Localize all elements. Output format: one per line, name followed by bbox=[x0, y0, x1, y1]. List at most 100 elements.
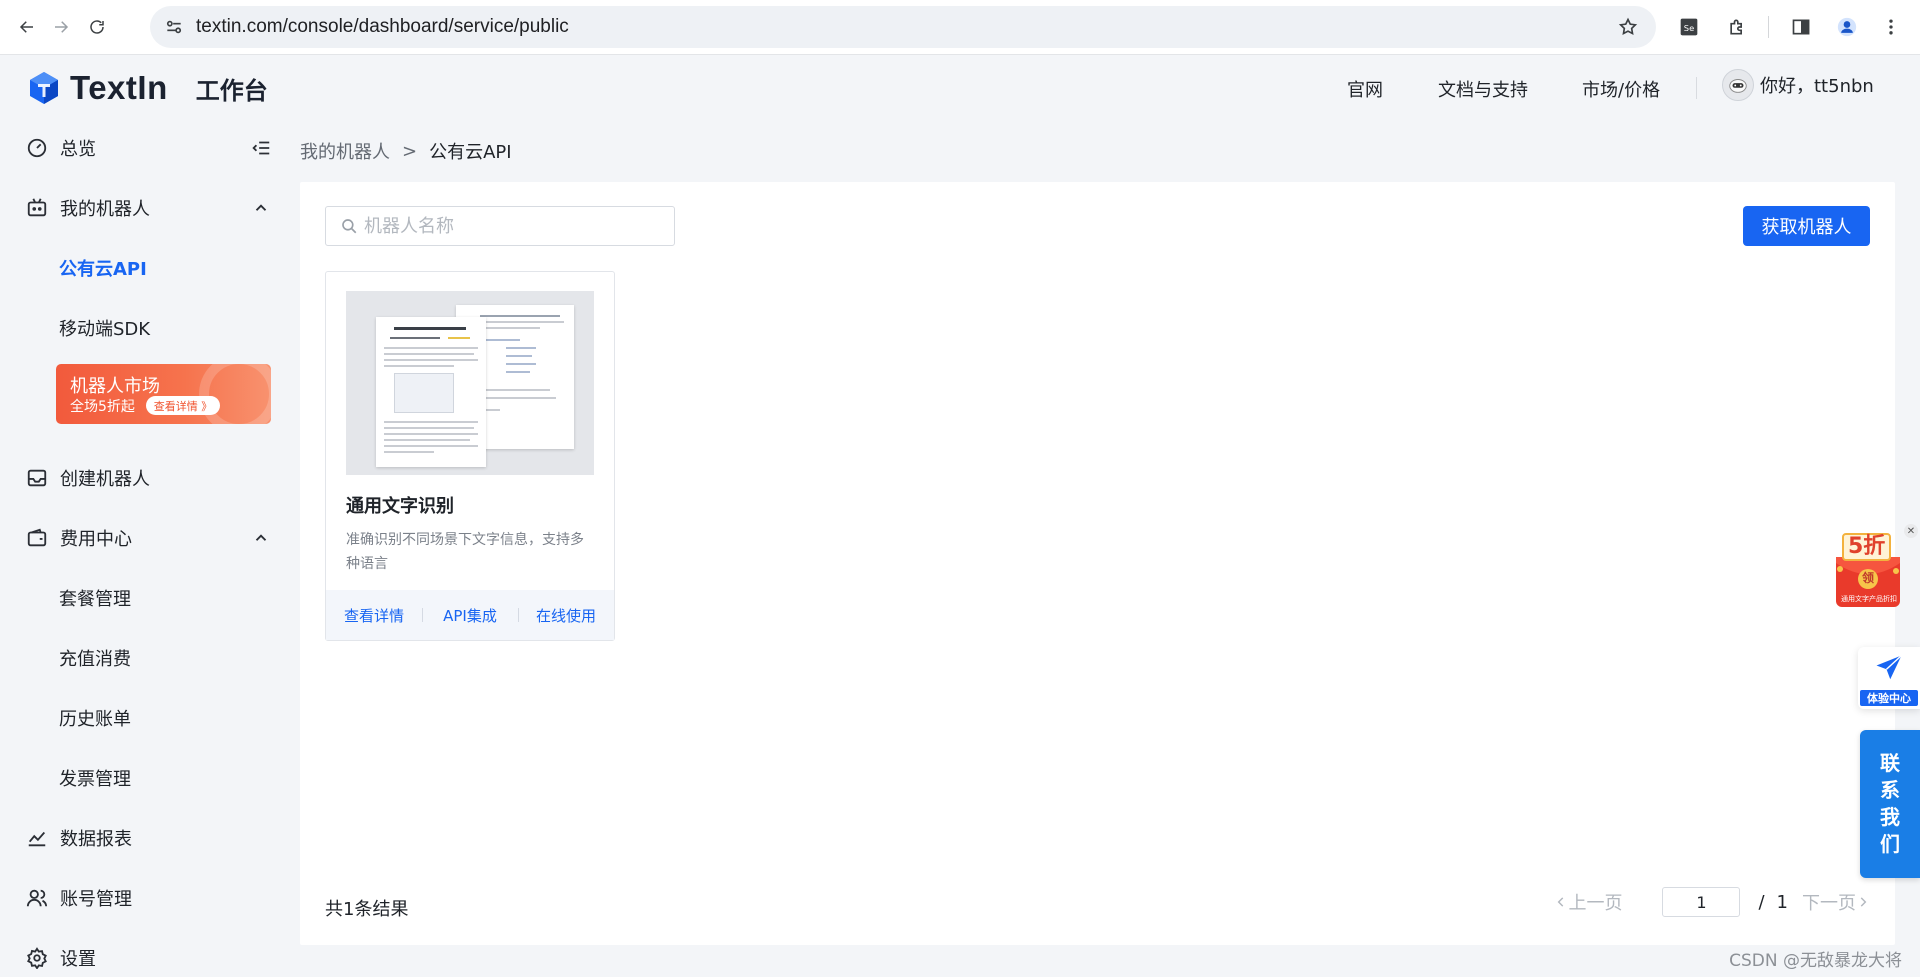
sidebar-item-my-robots[interactable]: 我的机器人 bbox=[26, 188, 150, 228]
reload-icon bbox=[90, 20, 104, 34]
nav-market-price[interactable]: 市场/价格 bbox=[1582, 76, 1660, 102]
profile-button[interactable] bbox=[1832, 12, 1862, 42]
close-float-button[interactable]: ✕ bbox=[1904, 524, 1918, 538]
discount-sub: 领 bbox=[1862, 571, 1875, 585]
profile-icon bbox=[1837, 17, 1857, 37]
total-pages: 1 bbox=[1776, 891, 1788, 913]
main-panel: 获取机器人 bbox=[300, 182, 1895, 945]
app-header: TextIn 工作台 官网 文档与支持 市场/价格 你好，tt5nbn bbox=[0, 55, 1920, 119]
back-button[interactable] bbox=[10, 10, 44, 44]
sidebar-item-data-report[interactable]: 数据报表 bbox=[26, 818, 132, 858]
discount-text: 5折 bbox=[1842, 533, 1892, 561]
sidebar: 总览 我的机器人 公有云API 移动端SDK 机器人市场 全场5折起 查看详情 … bbox=[0, 119, 300, 977]
workbench-title: 工作台 bbox=[195, 76, 268, 105]
breadcrumb-separator: > bbox=[402, 140, 418, 162]
chevron-left-icon bbox=[1558, 897, 1564, 907]
side-panel-icon bbox=[1792, 19, 1810, 35]
contact-us-button[interactable]: 联 系 我 们 bbox=[1860, 730, 1920, 878]
next-page-button[interactable]: 下一页 bbox=[1802, 889, 1870, 915]
promo-view-details-button[interactable]: 查看详情 》 bbox=[146, 396, 220, 415]
users-icon bbox=[26, 889, 48, 907]
promo-decoration bbox=[199, 364, 271, 424]
search-icon bbox=[342, 219, 357, 234]
selenium-icon: Se bbox=[1680, 18, 1698, 36]
reload-button[interactable] bbox=[80, 10, 114, 44]
user-menu[interactable]: 你好，tt5nbn bbox=[1722, 69, 1874, 101]
api-integration-link[interactable]: API集成 bbox=[422, 605, 518, 626]
sidebar-item-label: 账号管理 bbox=[60, 889, 132, 910]
forward-button[interactable] bbox=[44, 10, 78, 44]
document-preview-front bbox=[376, 317, 486, 467]
breadcrumb-my-robots[interactable]: 我的机器人 bbox=[300, 138, 390, 164]
document-figure bbox=[394, 373, 454, 413]
address-bar[interactable]: textin.com/console/dashboard/service/pub… bbox=[150, 6, 1656, 48]
chevron-up-icon[interactable] bbox=[252, 529, 270, 547]
contact-char: 系 bbox=[1880, 778, 1900, 802]
prev-page-button[interactable]: 上一页 bbox=[1554, 889, 1622, 915]
arrow-right-icon bbox=[55, 21, 69, 33]
discount-red-packet[interactable]: 5折 领 通用文字产品折扣 bbox=[1832, 533, 1904, 609]
sidebar-item-invoice[interactable]: 发票管理 bbox=[59, 758, 131, 798]
card-title: 通用文字识别 bbox=[346, 496, 454, 517]
sidebar-item-label: 数据报表 bbox=[60, 829, 132, 850]
puzzle-icon bbox=[1730, 19, 1742, 35]
experience-center-button[interactable]: 体验中心 bbox=[1858, 647, 1920, 709]
promo-subtitle: 全场5折起 bbox=[70, 399, 135, 415]
dashboard-icon bbox=[27, 138, 47, 158]
get-robot-button[interactable]: 获取机器人 bbox=[1743, 206, 1870, 246]
experience-center-label: 体验中心 bbox=[1860, 690, 1918, 706]
sidebar-item-billing-history[interactable]: 历史账单 bbox=[59, 698, 131, 738]
view-details-link[interactable]: 查看详情 bbox=[326, 605, 422, 626]
sidebar-item-settings[interactable]: 设置 bbox=[26, 938, 96, 977]
selenium-extension-button[interactable]: Se bbox=[1674, 12, 1704, 42]
sidebar-item-label: 费用中心 bbox=[60, 529, 132, 550]
online-use-link[interactable]: 在线使用 bbox=[518, 605, 614, 626]
site-settings-icon[interactable] bbox=[164, 17, 184, 37]
bookmark-star-icon[interactable] bbox=[1618, 17, 1638, 37]
extensions-button[interactable] bbox=[1722, 12, 1752, 42]
close-icon: ✕ bbox=[1906, 525, 1916, 537]
sidebar-item-label: 我的机器人 bbox=[60, 199, 150, 220]
chart-icon bbox=[28, 831, 46, 847]
breadcrumb: 我的机器人 > 公有云API bbox=[300, 138, 512, 164]
avatar bbox=[1722, 69, 1754, 101]
robot-avatar-icon bbox=[1729, 79, 1747, 93]
more-vertical-icon bbox=[1889, 19, 1893, 35]
page-number-input[interactable] bbox=[1662, 887, 1741, 917]
prev-page-label: 上一页 bbox=[1568, 893, 1623, 914]
sidebar-item-mobile-sdk[interactable]: 移动端SDK bbox=[59, 308, 150, 348]
user-greeting: 你好，tt5nbn bbox=[1760, 76, 1874, 97]
robot-search[interactable] bbox=[325, 206, 675, 246]
robot-card[interactable]: 通用文字识别 准确识别不同场景下文字信息，支持多种语言 查看详情 API集成 在… bbox=[325, 271, 615, 641]
robot-market-promo-banner[interactable]: 机器人市场 全场5折起 查看详情 》 bbox=[56, 364, 271, 424]
sidebar-item-create-robot[interactable]: 创建机器人 bbox=[26, 458, 150, 498]
logo-cube-icon bbox=[30, 72, 58, 104]
card-description: 准确识别不同场景下文字信息，支持多种语言 bbox=[346, 532, 584, 572]
card-actions: 查看详情 API集成 在线使用 bbox=[326, 590, 614, 640]
robot-card-thumbnail bbox=[346, 291, 594, 475]
sidebar-item-plan-management[interactable]: 套餐管理 bbox=[59, 578, 131, 618]
url-text: textin.com/console/dashboard/service/pub… bbox=[196, 16, 569, 37]
collapse-sidebar-icon[interactable] bbox=[250, 137, 272, 159]
textin-logo[interactable]: TextIn 工作台 bbox=[26, 69, 268, 107]
next-page-label: 下一页 bbox=[1802, 893, 1856, 914]
sidebar-item-label: 创建机器人 bbox=[60, 469, 150, 490]
sidebar-item-overview[interactable]: 总览 bbox=[26, 128, 96, 168]
nav-official-site[interactable]: 官网 bbox=[1347, 76, 1383, 102]
breadcrumb-current: 公有云API bbox=[429, 142, 512, 163]
csdn-watermark: CSDN @无敌暴龙大将 bbox=[1729, 951, 1902, 971]
sidebar-item-public-cloud-api[interactable]: 公有云API bbox=[59, 248, 147, 288]
arrow-left-icon bbox=[19, 21, 33, 33]
side-panel-button[interactable] bbox=[1786, 12, 1816, 42]
pagination: 上一页 / 1 下一页 bbox=[1554, 887, 1870, 917]
sidebar-item-account[interactable]: 账号管理 bbox=[26, 878, 132, 918]
logo-text: TextIn bbox=[70, 69, 168, 106]
nav-docs-support[interactable]: 文档与支持 bbox=[1438, 76, 1528, 102]
sidebar-item-recharge[interactable]: 充值消费 bbox=[59, 638, 131, 678]
sidebar-item-fee-center[interactable]: 费用中心 bbox=[26, 518, 132, 558]
wallet-icon bbox=[27, 528, 47, 547]
promo-title: 机器人市场 bbox=[70, 376, 160, 397]
chevron-up-icon[interactable] bbox=[252, 199, 270, 217]
browser-menu-button[interactable] bbox=[1876, 12, 1906, 42]
search-input[interactable] bbox=[364, 215, 664, 237]
